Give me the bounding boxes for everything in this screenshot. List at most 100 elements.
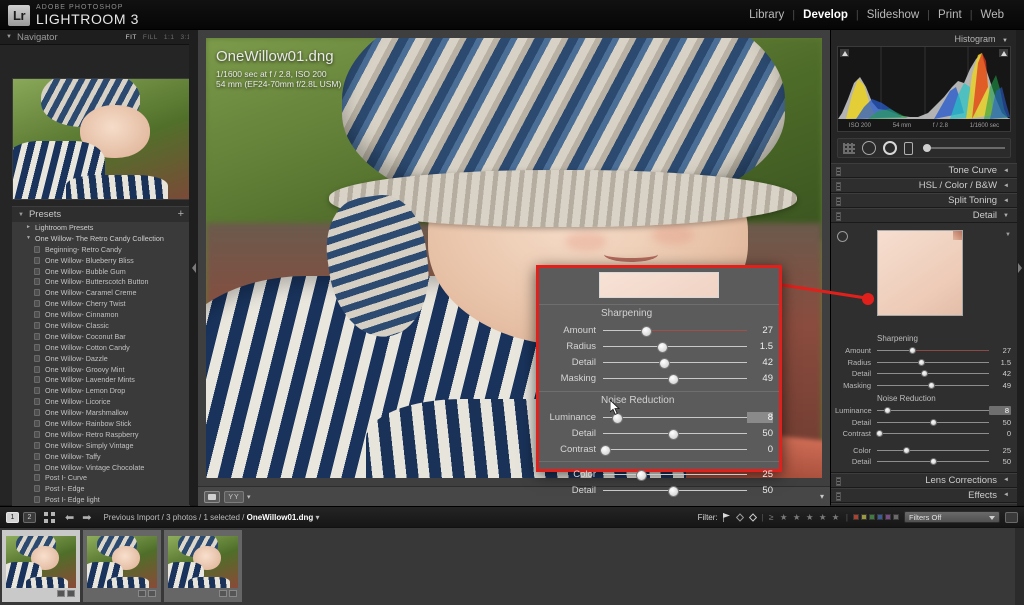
preset-item[interactable]: One Willow- Marshmallow <box>12 407 190 418</box>
star-rating-filter[interactable]: ★ ★ ★ ★ ★ <box>780 512 841 523</box>
histogram[interactable]: ISO 200 54 mm f / 2.8 1/1600 sec <box>837 46 1011 132</box>
switch-icon[interactable] <box>836 167 841 176</box>
callout-slider-handle[interactable] <box>600 444 612 456</box>
slider-value[interactable]: 49 <box>989 381 1011 390</box>
preset-item[interactable]: Post I- Curve <box>12 472 190 483</box>
histogram-header[interactable]: Histogram ▼ <box>955 34 1008 44</box>
preset-item[interactable]: One Willow- Blueberry Bliss <box>12 255 190 266</box>
crop-overlay-icon[interactable] <box>843 142 855 154</box>
sharpening-radius-slider[interactable] <box>877 358 989 367</box>
filmstrip-thumbnail[interactable] <box>2 530 80 602</box>
switch-icon[interactable] <box>836 182 841 191</box>
noise-color-color-slider[interactable] <box>877 446 989 455</box>
slider-value[interactable]: 1.5 <box>989 358 1011 367</box>
callout-slider-value[interactable]: 1.5 <box>747 341 773 352</box>
preset-item[interactable]: One Willow- Lemon Drop <box>12 385 190 396</box>
callout-slider-handle[interactable] <box>668 485 680 497</box>
callout-noise-color-color-slider[interactable] <box>603 468 747 481</box>
preset-item[interactable]: One Willow- Simply Vintage <box>12 440 190 451</box>
flag-rejected-icon[interactable] <box>748 512 757 522</box>
callout-slider-value[interactable]: 8 <box>747 411 773 423</box>
section-lens-corrections[interactable]: Lens Corrections ◄ <box>831 472 1017 488</box>
adjustment-brush-slider[interactable] <box>923 144 1005 151</box>
callout-noise-contrast-slider[interactable] <box>600 443 747 456</box>
switch-icon[interactable] <box>836 197 841 206</box>
grid-view-icon[interactable] <box>44 511 55 523</box>
slider-handle[interactable] <box>918 358 926 366</box>
screen-1-button[interactable]: 1 <box>6 511 19 523</box>
preset-item[interactable]: Post I- Edge light <box>12 494 190 505</box>
zoom-fill[interactable]: FILL <box>143 34 158 41</box>
flag-unflagged-icon[interactable] <box>735 512 744 522</box>
loupe-view-icon[interactable] <box>204 490 220 503</box>
navigator-preview[interactable] <box>12 78 190 200</box>
preset-item[interactable]: Post I- Edge <box>12 483 190 494</box>
callout-slider-handle[interactable] <box>611 412 623 424</box>
callout-sharpening-masking-slider[interactable] <box>603 372 747 385</box>
screen-2-button[interactable]: 2 <box>23 511 36 523</box>
left-panel-collapse-handle[interactable] <box>189 30 198 505</box>
slider-value[interactable]: 42 <box>989 369 1011 378</box>
callout-slider-value[interactable]: 42 <box>747 357 773 368</box>
preset-item[interactable]: One Willow- Cotton Candy <box>12 342 190 353</box>
section-effects[interactable]: Effects ◄ <box>831 487 1017 503</box>
callout-sharpening-radius-slider[interactable] <box>603 340 747 353</box>
color-label-swatch[interactable] <box>861 514 867 520</box>
chevron-down-icon[interactable]: ▼ <box>1005 232 1011 238</box>
thumbnail-badge-icon[interactable] <box>219 590 227 597</box>
slider-value[interactable]: 50 <box>989 418 1011 427</box>
thumbnail-badge-icon[interactable] <box>148 590 156 597</box>
callout-noise-detail-slider[interactable] <box>603 427 747 440</box>
callout-slider-value[interactable]: 0 <box>747 444 773 455</box>
forward-arrow-icon[interactable]: ➡ <box>82 511 91 524</box>
red-eye-icon[interactable] <box>883 141 897 155</box>
callout-slider-handle[interactable] <box>640 325 652 337</box>
switch-icon[interactable] <box>836 476 841 486</box>
presets-header[interactable]: ▼ Presets + <box>12 206 190 222</box>
callout-slider-handle[interactable] <box>668 373 680 385</box>
filmstrip-thumbnail[interactable] <box>164 530 242 602</box>
preset-item[interactable]: One Willow- Vintage Chocolate <box>12 462 190 473</box>
preset-item[interactable]: One Willow- Bubble Gum <box>12 266 190 277</box>
switch-icon[interactable] <box>836 212 841 221</box>
detail-preview-thumbnail[interactable] <box>877 230 963 316</box>
thumbnail-badges[interactable] <box>138 590 156 597</box>
callout-sharpening-amount-slider[interactable] <box>603 324 747 337</box>
callout-slider-handle[interactable] <box>656 341 668 353</box>
preset-item[interactable]: Beginning- Retro Candy <box>12 244 190 255</box>
section-tone-curve[interactable]: Tone Curve ◄ <box>831 163 1017 178</box>
slider-handle[interactable] <box>929 458 937 466</box>
slider-handle[interactable] <box>883 407 891 415</box>
slider-value[interactable]: 0 <box>989 429 1011 438</box>
before-after-icon[interactable]: YY <box>224 490 244 503</box>
thumbnail-badges[interactable] <box>219 590 237 597</box>
navigator-header[interactable]: ▼ Navigator FIT FILL 1:1 3:1 <box>0 30 197 45</box>
thumbnail-badge-icon[interactable] <box>138 590 146 597</box>
preset-item[interactable]: One Willow- Lavender Mints <box>12 374 190 385</box>
color-label-swatch[interactable] <box>877 514 883 520</box>
back-arrow-icon[interactable]: ⬅ <box>65 511 74 524</box>
preset-item[interactable]: One Willow- Groovy Mint <box>12 364 190 375</box>
slider-handle[interactable] <box>902 446 910 454</box>
toolbar-options-icon[interactable]: ▾ <box>820 492 824 501</box>
noise-luminance-slider[interactable] <box>877 406 989 415</box>
preset-group-onewillow[interactable]: ▼ One Willow- The Retro Candy Collection <box>12 233 190 244</box>
zoom-fit[interactable]: FIT <box>126 34 137 41</box>
color-label-swatch[interactable] <box>893 514 899 520</box>
slider-value[interactable]: 50 <box>989 457 1011 466</box>
module-library[interactable]: Library <box>741 9 792 21</box>
callout-slider-value[interactable]: 27 <box>747 325 773 336</box>
color-label-filters[interactable] <box>853 514 899 520</box>
graduated-filter-icon[interactable] <box>904 141 913 155</box>
noise-contrast-slider[interactable] <box>875 429 989 438</box>
switch-icon[interactable] <box>836 491 841 501</box>
section-detail[interactable]: Detail ▼ <box>831 208 1017 223</box>
breadcrumb[interactable]: Previous Import / 3 photos / 1 selected … <box>103 513 319 522</box>
callout-noise-color-detail-slider[interactable] <box>603 484 747 497</box>
thumbnail-badge-icon[interactable] <box>57 590 65 597</box>
noise-detail-slider[interactable] <box>877 418 989 427</box>
callout-slider-handle[interactable] <box>636 469 648 481</box>
zoom-1-1[interactable]: 1:1 <box>164 34 175 41</box>
chevron-down-icon[interactable]: ▾ <box>313 513 319 522</box>
thumbnail-badges[interactable] <box>57 590 75 597</box>
